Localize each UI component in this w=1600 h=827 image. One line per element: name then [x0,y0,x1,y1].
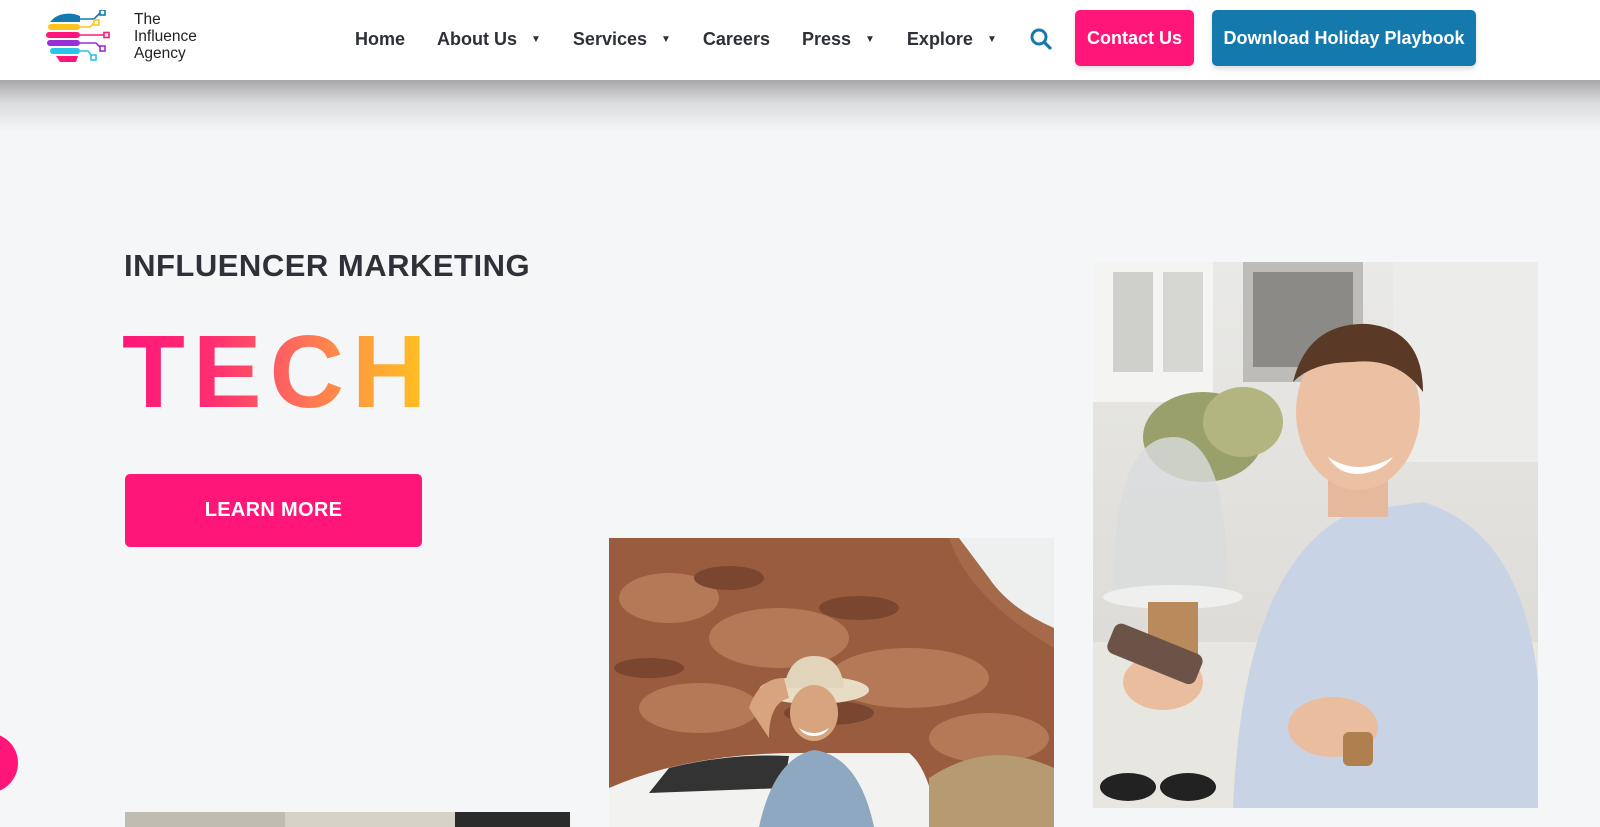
search-button[interactable] [1029,27,1053,51]
nav-item-label: Services [572,28,647,49]
nav-item-explore[interactable]: Explore ▼ [907,29,997,50]
caret-down-icon: ▼ [986,33,997,45]
logo-line: The [134,11,161,28]
logo-wordmark: The Influence Agency [134,11,197,62]
nav-item-home[interactable]: Home [355,29,405,50]
logo-line: Influence [134,28,197,45]
logo-mark-icon [46,10,110,62]
chat-widget-button[interactable] [0,733,18,793]
search-icon [1030,28,1052,50]
influencer-photo-man [1093,262,1538,808]
nav-item-label: About Us [437,28,518,49]
photo-illustration [1093,262,1538,808]
header-shadow [0,80,1600,132]
caret-down-icon: ▼ [661,33,671,45]
hero-eyebrow: INFLUENCER MARKETING [124,248,531,283]
nav-item-label: Explore [906,28,973,49]
nav-item-about-us[interactable]: About Us ▼ [437,29,541,50]
site-header: The Influence Agency Home About Us ▼ Ser… [0,0,1600,80]
nav-item-label: Careers [702,28,770,49]
caret-down-icon: ▼ [865,33,875,45]
photo-illustration [125,812,570,827]
caret-down-icon: ▼ [531,33,541,45]
nav-item-services[interactable]: Services ▼ [573,29,671,50]
contact-us-button[interactable]: Contact Us [1075,10,1194,66]
nav-item-careers[interactable]: Careers [703,29,770,50]
main-nav: Home About Us ▼ Services ▼ Careers Press… [355,0,997,78]
nav-item-label: Home [355,28,406,49]
nav-item-press[interactable]: Press ▼ [802,29,875,50]
photo-illustration [609,538,1054,827]
learn-more-button[interactable]: LEARN MORE [125,474,422,547]
download-playbook-button[interactable]: Download Holiday Playbook [1212,10,1476,66]
logo-line: Agency [134,45,186,62]
influencer-photo-bottom [125,812,570,827]
nav-item-label: Press [801,28,852,49]
influencer-photo-woman [609,538,1054,827]
hero-title: TECH [122,314,435,429]
site-logo[interactable]: The Influence Agency [46,10,197,64]
